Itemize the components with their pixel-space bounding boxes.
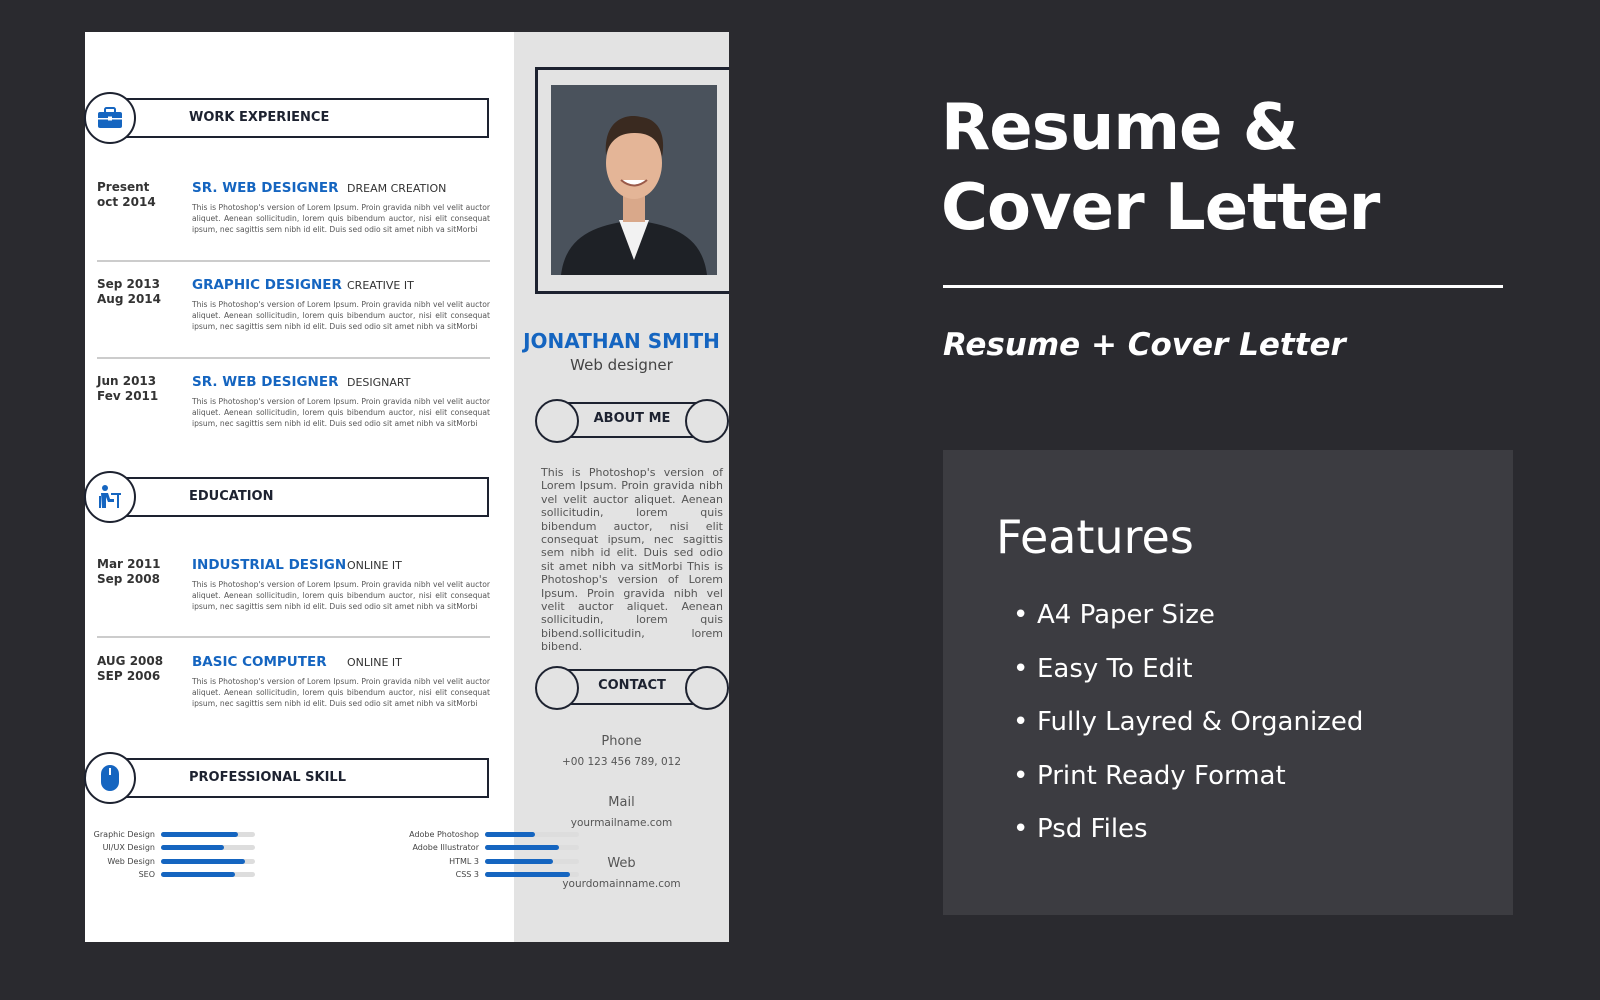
contact-header: CONTACT (535, 666, 729, 710)
skill-bar (485, 832, 579, 837)
skill-row: Web Design (85, 855, 255, 868)
skill-bar (161, 845, 255, 851)
education-header: EDUCATION (110, 477, 489, 517)
entry-organization: CREATIVE IT (347, 279, 414, 292)
mail-label: Mail (608, 795, 635, 810)
entry-title: BASIC COMPUTER (192, 654, 327, 670)
phone-label: Phone (601, 734, 642, 749)
skill-bar (485, 845, 579, 851)
work-entry: Jun 2013 Fev 2011 SR. WEB DESIGNER DESIGN… (85, 374, 505, 434)
mail-value: yourmailname.com (570, 817, 673, 829)
skill-bar-fill (161, 845, 224, 851)
candidate-role: Web designer (570, 356, 673, 374)
skill-bar-fill (485, 871, 570, 877)
entry-description: This is Photoshop's version of Lorem Ips… (192, 397, 490, 428)
skill-row: Adobe Illustrator (385, 841, 579, 854)
skill-row: UI/UX Design (85, 841, 255, 854)
skill-bar-fill (161, 871, 236, 877)
divider (97, 636, 490, 638)
title-divider (943, 285, 1503, 288)
skill-row: SEO (85, 868, 255, 881)
skill-name: Adobe Photoshop (409, 830, 479, 839)
promo-subtitle: Resume + Cover Letter (943, 327, 1346, 363)
entry-organization: DREAM CREATION (347, 182, 447, 195)
feature-item: Easy To Edit (1013, 654, 1363, 708)
features-panel: Features A4 Paper SizeEasy To EditFully … (943, 450, 1513, 915)
education-entry: Mar 2011 Sep 2008 INDUSTRIAL DESIGN ONLIN… (85, 557, 505, 617)
feature-item: Psd Files (1013, 814, 1363, 868)
entry-title: GRAPHIC DESIGNER (192, 277, 342, 293)
resume-preview: WORK EXPERIENCE Present oct 2014 SR. WEB … (84, 32, 729, 942)
divider (97, 357, 490, 359)
feature-item: Fully Layred & Organized (1013, 707, 1363, 761)
phone-value: +00 123 456 789, 012 (561, 756, 681, 768)
entry-description: This is Photoshop's version of Lorem Ips… (192, 580, 490, 611)
student-desk-icon (84, 471, 136, 523)
about-me-text: This is Photoshop's version of Lorem Ips… (541, 466, 723, 654)
about-me-header: ABOUT ME (535, 399, 729, 443)
entry-title: INDUSTRIAL DESIGN (192, 557, 347, 573)
skill-bar (161, 858, 255, 864)
skill-bar (161, 832, 255, 837)
profile-photo (551, 85, 717, 275)
entry-organization: DESIGNART (347, 376, 411, 389)
photo-frame (535, 67, 729, 294)
work-entry: Present oct 2014 SR. WEB DESIGNER DREAM C… (85, 180, 505, 240)
skill-bar-fill (485, 845, 560, 851)
education-entry: AUG 2008 SEP 2006 BASIC COMPUTER ONLINE I… (85, 654, 505, 714)
web-value: yourdomainname.com (562, 878, 681, 890)
entry-description: This is Photoshop's version of Lorem Ips… (192, 203, 490, 234)
feature-item: Print Ready Format (1013, 761, 1363, 815)
skill-name: UI/UX Design (102, 843, 155, 853)
skill-name: SEO (138, 869, 155, 879)
skill-name: Graphic Design (93, 830, 155, 839)
promo-title: Resume & Cover Letter (941, 91, 1380, 245)
work-experience-header: WORK EXPERIENCE (110, 98, 489, 138)
mouse-icon (84, 752, 136, 804)
candidate-name: JONATHAN SMITH (523, 329, 720, 353)
entry-description: This is Photoshop's version of Lorem Ips… (192, 300, 490, 331)
skill-name: Web Design (107, 856, 155, 866)
entry-organization: ONLINE IT (347, 559, 402, 572)
entry-description: This is Photoshop's version of Lorem Ips… (192, 677, 490, 708)
skill-bar (485, 871, 579, 877)
professional-skill-header: PROFESSIONAL SKILL (110, 758, 489, 798)
divider (97, 260, 490, 262)
skill-bar-fill (161, 832, 239, 837)
entry-title: SR. WEB DESIGNER (192, 374, 339, 390)
skill-bar-fill (161, 858, 245, 864)
work-entry: Sep 2013 Aug 2014 GRAPHIC DESIGNER CREATI… (85, 277, 505, 337)
skill-name: HTML 3 (449, 856, 479, 866)
entry-dates: Present oct 2014 (97, 180, 156, 209)
skill-name: CSS 3 (455, 869, 479, 879)
features-list: A4 Paper SizeEasy To EditFully Layred & … (1013, 600, 1363, 868)
entry-dates: Jun 2013 Fev 2011 (97, 374, 159, 403)
skill-row: Adobe Photoshop (385, 828, 579, 841)
skill-bar (161, 871, 255, 877)
skill-name: Adobe Illustrator (412, 843, 479, 853)
briefcase-icon (84, 92, 136, 144)
feature-item: A4 Paper Size (1013, 600, 1363, 654)
skill-bar-fill (485, 832, 535, 837)
entry-organization: ONLINE IT (347, 656, 402, 669)
skill-row: Graphic Design (85, 828, 255, 841)
entry-title: SR. WEB DESIGNER (192, 180, 339, 196)
web-label: Web (607, 856, 636, 871)
features-heading: Features (996, 510, 1194, 564)
entry-dates: Sep 2013 Aug 2014 (97, 277, 161, 306)
entry-dates: AUG 2008 SEP 2006 (97, 654, 164, 683)
entry-dates: Mar 2011 Sep 2008 (97, 557, 161, 586)
